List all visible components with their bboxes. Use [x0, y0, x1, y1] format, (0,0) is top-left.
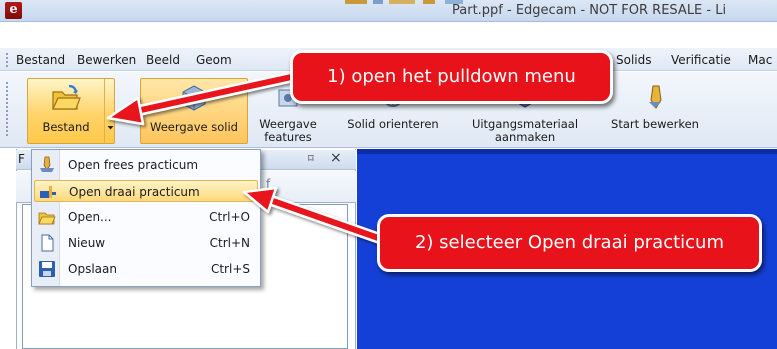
annotation-step-2: 2) selecteer Open draai practicum: [377, 214, 762, 272]
arrow-to-dropdown: [106, 70, 302, 126]
annotation-step-1: 1) open het pulldown menu: [290, 50, 613, 104]
arrow-to-menu-item: [242, 186, 390, 246]
